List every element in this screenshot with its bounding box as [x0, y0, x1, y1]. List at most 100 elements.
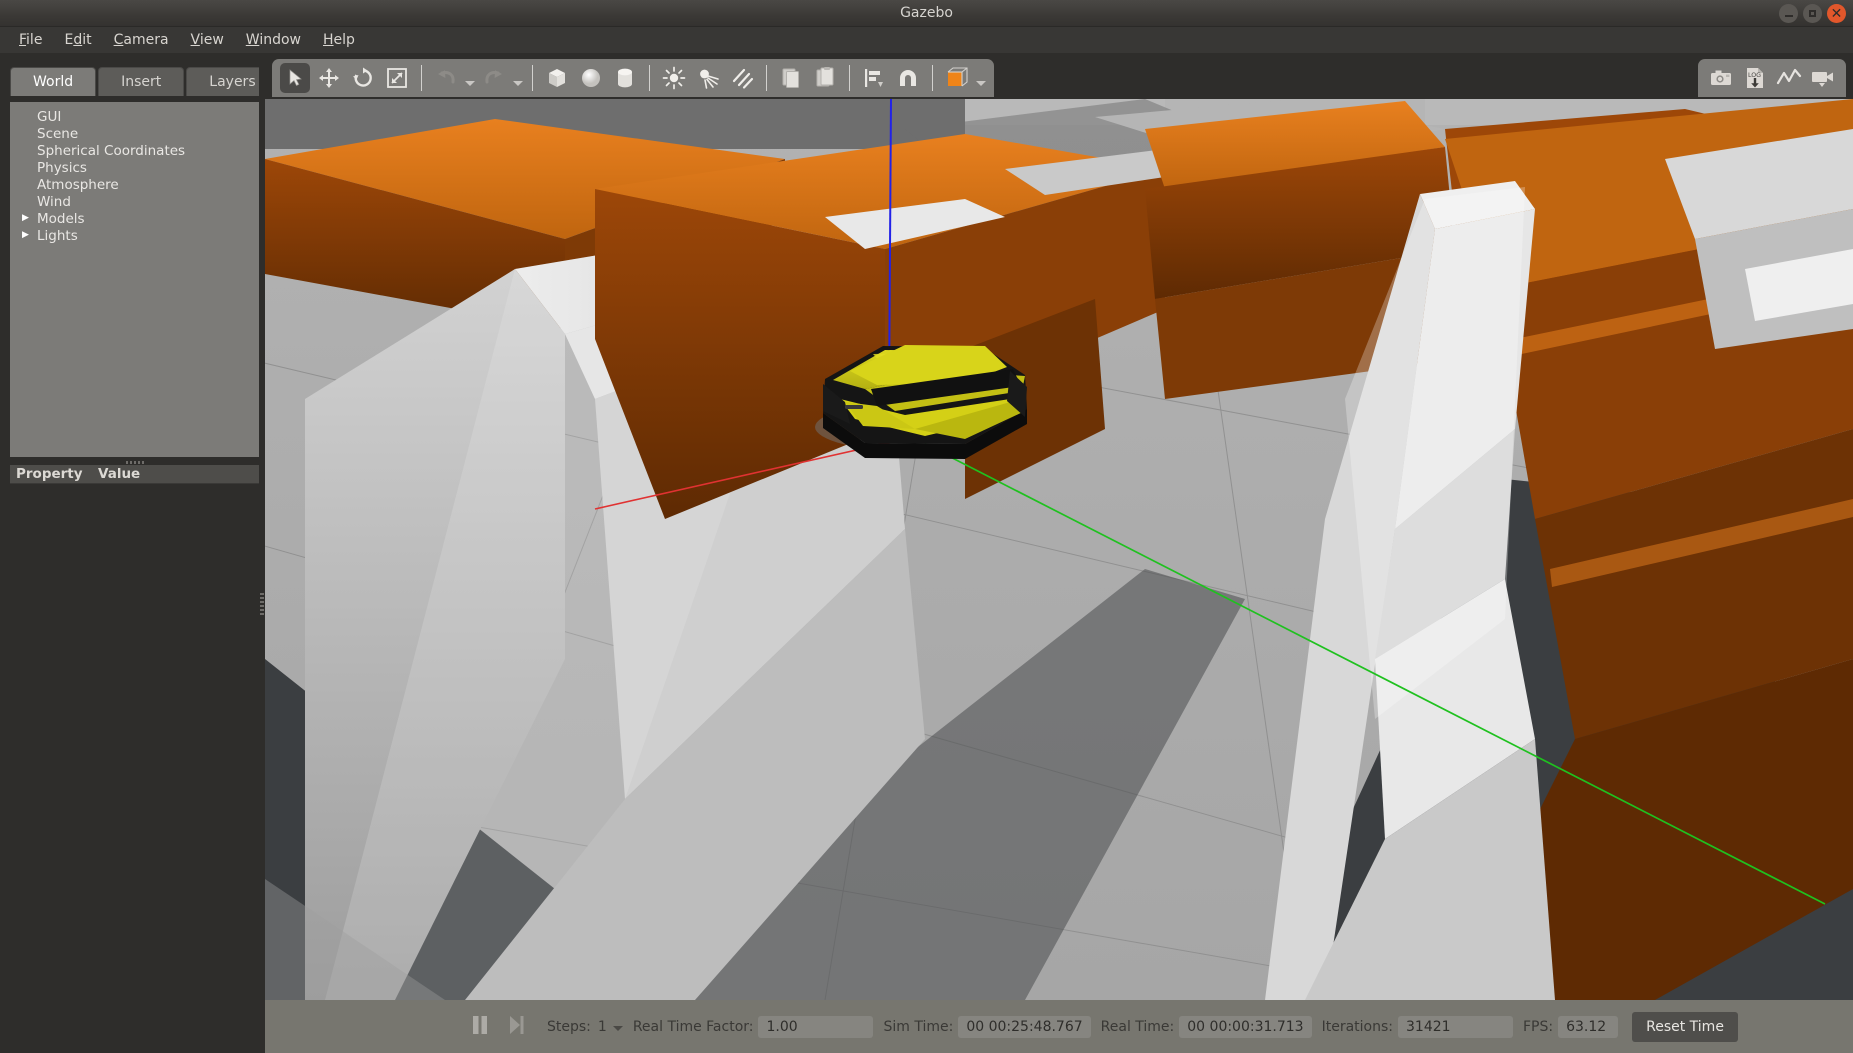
tree-item-label: Atmosphere	[37, 177, 119, 193]
view-toolbar: LOG	[1698, 59, 1846, 97]
real-time-label: Real Time:	[1101, 1019, 1175, 1035]
render-viewport[interactable]	[265, 99, 1853, 1000]
snap-button[interactable]	[893, 63, 923, 93]
insert-point-light-button[interactable]	[659, 63, 689, 93]
insert-spot-light-button[interactable]	[693, 63, 723, 93]
log-download-icon: LOG	[1743, 66, 1767, 90]
tree-item-models[interactable]: ▶ Models	[10, 210, 260, 227]
toolbar-separator	[532, 65, 533, 91]
insert-sphere-button[interactable]	[576, 63, 606, 93]
select-mode-button[interactable]	[280, 63, 310, 93]
menu-edit[interactable]: Edit	[53, 29, 102, 51]
minimize-button[interactable]	[1779, 4, 1798, 23]
redo-button[interactable]	[479, 63, 509, 93]
real-time-factor-label: Real Time Factor:	[633, 1019, 754, 1035]
spot-light-icon	[696, 66, 720, 90]
undo-button[interactable]	[431, 63, 461, 93]
step-forward-button[interactable]	[501, 1012, 531, 1042]
insert-cylinder-button[interactable]	[610, 63, 640, 93]
cube-icon	[545, 66, 569, 90]
rotate-mode-button[interactable]	[348, 63, 378, 93]
scale-icon	[386, 67, 408, 89]
property-table-body[interactable]	[10, 484, 260, 1053]
menu-camera[interactable]: Camera	[103, 29, 180, 51]
view-transparency-button[interactable]	[942, 63, 972, 93]
scene-render	[265, 99, 1853, 1000]
steps-selector[interactable]: 1	[598, 1019, 623, 1035]
toolbar-separator	[766, 65, 767, 91]
insert-directional-light-button[interactable]	[727, 63, 757, 93]
grip-dot	[126, 461, 128, 464]
left-panel: World Insert Layers ▶ GUI ▶ Scene ▶ Sphe…	[0, 53, 265, 1053]
sim-time-label: Sim Time:	[883, 1019, 953, 1035]
fps-value: 63.12	[1558, 1016, 1618, 1038]
grip-dot	[142, 461, 144, 464]
screenshot-button[interactable]	[1706, 63, 1736, 93]
tree-item-atmosphere[interactable]: ▶ Atmosphere	[10, 176, 260, 193]
iterations-label: Iterations:	[1322, 1019, 1393, 1035]
menu-window[interactable]: Window	[235, 29, 312, 51]
paste-icon	[813, 66, 837, 90]
chevron-down-icon	[513, 81, 523, 86]
tree-item-label: Spherical Coordinates	[37, 143, 185, 159]
undo-history-dropdown[interactable]	[463, 63, 477, 93]
real-time-factor-value: 1.00	[758, 1016, 873, 1038]
toolbar-separator	[421, 65, 422, 91]
grip-dot	[260, 605, 264, 607]
property-table-header: Property Value	[10, 465, 260, 484]
chevron-down-icon	[465, 81, 475, 86]
panel-tabs: World Insert Layers	[10, 67, 281, 96]
grip-dot	[260, 593, 264, 595]
video-camera-icon	[1810, 66, 1836, 90]
chevron-right-icon[interactable]: ▶	[22, 231, 35, 240]
tab-world[interactable]: World	[10, 67, 96, 96]
window-title: Gazebo	[0, 0, 1853, 27]
redo-arrow-icon	[483, 67, 505, 89]
view-transparency-dropdown[interactable]	[974, 63, 988, 93]
svg-text:LOG: LOG	[1748, 72, 1761, 79]
steps-label: Steps:	[547, 1019, 591, 1035]
sphere-icon	[579, 66, 603, 90]
pause-button[interactable]	[465, 1012, 495, 1042]
splitter-grip	[260, 593, 264, 617]
align-icon	[862, 66, 886, 90]
chevron-right-icon[interactable]: ▶	[22, 214, 35, 223]
chevron-down-icon	[613, 1026, 623, 1031]
close-button[interactable]: ✕	[1827, 4, 1846, 23]
tree-item-physics[interactable]: ▶ Physics	[10, 159, 260, 176]
menu-bar: File Edit Camera View Window Help	[0, 27, 1853, 53]
tree-item-wind[interactable]: ▶ Wind	[10, 193, 260, 210]
gazebo-window: Gazebo ✕ File Edit Camera View Window He…	[0, 0, 1853, 1053]
plot-button[interactable]	[1774, 63, 1804, 93]
plot-line-icon	[1776, 66, 1802, 90]
save-log-button[interactable]: LOG	[1740, 63, 1770, 93]
title-bar: Gazebo ✕	[0, 0, 1853, 27]
scale-mode-button[interactable]	[382, 63, 412, 93]
record-video-button[interactable]	[1808, 63, 1838, 93]
redo-history-dropdown[interactable]	[511, 63, 525, 93]
menu-edit-rest: it	[82, 32, 91, 48]
copy-button[interactable]	[776, 63, 806, 93]
grip-dot	[260, 609, 264, 611]
menu-view[interactable]: View	[180, 29, 235, 51]
insert-box-button[interactable]	[542, 63, 572, 93]
maximize-button[interactable]	[1803, 4, 1822, 23]
align-button[interactable]	[859, 63, 889, 93]
directional-light-icon	[730, 66, 754, 90]
tree-item-scene[interactable]: ▶ Scene	[10, 125, 260, 142]
world-tree[interactable]: ▶ GUI ▶ Scene ▶ Spherical Coordinates ▶ …	[10, 102, 260, 464]
camera-icon	[1709, 66, 1733, 90]
menu-file[interactable]: File	[8, 29, 53, 51]
tree-item-spherical-coordinates[interactable]: ▶ Spherical Coordinates	[10, 142, 260, 159]
grip-dot	[130, 461, 132, 464]
tab-insert[interactable]: Insert	[98, 67, 184, 96]
tree-item-gui[interactable]: ▶ GUI	[10, 108, 260, 125]
menu-help[interactable]: Help	[312, 29, 366, 51]
paste-button[interactable]	[810, 63, 840, 93]
translate-mode-button[interactable]	[314, 63, 344, 93]
reset-time-button[interactable]: Reset Time	[1632, 1012, 1738, 1042]
tree-item-lights[interactable]: ▶ Lights	[10, 227, 260, 244]
property-column-header: Property	[10, 466, 98, 482]
iterations-value: 31421	[1398, 1016, 1513, 1038]
maximize-icon	[1809, 10, 1816, 17]
